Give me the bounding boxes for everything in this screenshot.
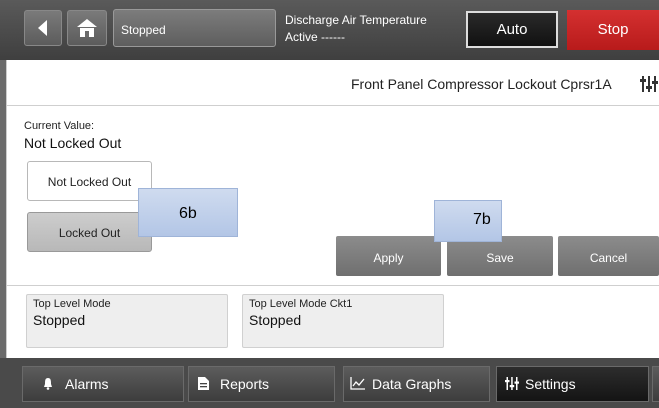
- nav-tab-label: Reports: [220, 376, 270, 392]
- nav-tab-alarms[interactable]: Alarms: [22, 366, 184, 402]
- nav-tab-label: Settings: [525, 376, 576, 392]
- current-value-label: Current Value:: [24, 120, 95, 132]
- nav-tab-reports[interactable]: Reports: [188, 366, 335, 402]
- apply-button[interactable]: Apply: [336, 236, 441, 276]
- callout-7b-label: 7b: [473, 211, 491, 228]
- report-icon: [198, 377, 209, 393]
- callout-6b: 6b: [138, 188, 238, 237]
- home-icon: [77, 19, 97, 37]
- back-arrow-icon: [38, 20, 47, 36]
- option-not-locked-out[interactable]: Not Locked Out: [27, 161, 152, 201]
- panel-title: Front Panel Compressor Lockout Cprsr1A: [351, 76, 612, 92]
- mode-value: Stopped: [249, 312, 302, 328]
- divider: [7, 105, 659, 106]
- save-button[interactable]: Save: [447, 236, 553, 276]
- back-button[interactable]: [24, 10, 62, 46]
- nav-tab-data-graphs[interactable]: Data Graphs: [343, 366, 490, 402]
- cancel-button[interactable]: Cancel: [558, 236, 659, 276]
- option-locked-out[interactable]: Locked Out: [27, 212, 152, 252]
- bell-icon: [43, 377, 53, 393]
- auto-button[interactable]: Auto: [466, 11, 558, 48]
- divider: [7, 285, 659, 286]
- callout-7b: 7b: [434, 200, 502, 242]
- nav-tab-settings[interactable]: Settings: [496, 366, 649, 402]
- current-value: Not Locked Out: [24, 135, 122, 151]
- mode-box-top-level[interactable]: Top Level Mode Stopped: [26, 294, 228, 348]
- nav-tab-overflow[interactable]: [652, 366, 659, 402]
- home-button[interactable]: [67, 10, 107, 46]
- status-indicator[interactable]: Stopped: [113, 9, 276, 47]
- dat-value: Active ------: [285, 30, 345, 44]
- stop-button[interactable]: Stop: [567, 10, 659, 50]
- nav-tab-label: Alarms: [65, 376, 109, 392]
- callout-6b-label: 6b: [179, 205, 197, 222]
- mode-label: Top Level Mode Ckt1: [249, 298, 353, 310]
- status-text: Stopped: [121, 23, 166, 37]
- dat-title: Discharge Air Temperature: [285, 13, 427, 27]
- mode-label: Top Level Mode: [33, 298, 111, 310]
- settings-sliders-icon: [505, 377, 519, 393]
- mode-value: Stopped: [33, 312, 86, 328]
- settings-sliders-icon: [640, 76, 659, 97]
- chart-icon: [350, 377, 366, 393]
- discharge-air-temp-readout[interactable]: Discharge Air Temperature Active ------: [285, 12, 427, 46]
- nav-tab-label: Data Graphs: [372, 376, 452, 392]
- mode-box-top-level-ckt1[interactable]: Top Level Mode Ckt1 Stopped: [242, 294, 444, 348]
